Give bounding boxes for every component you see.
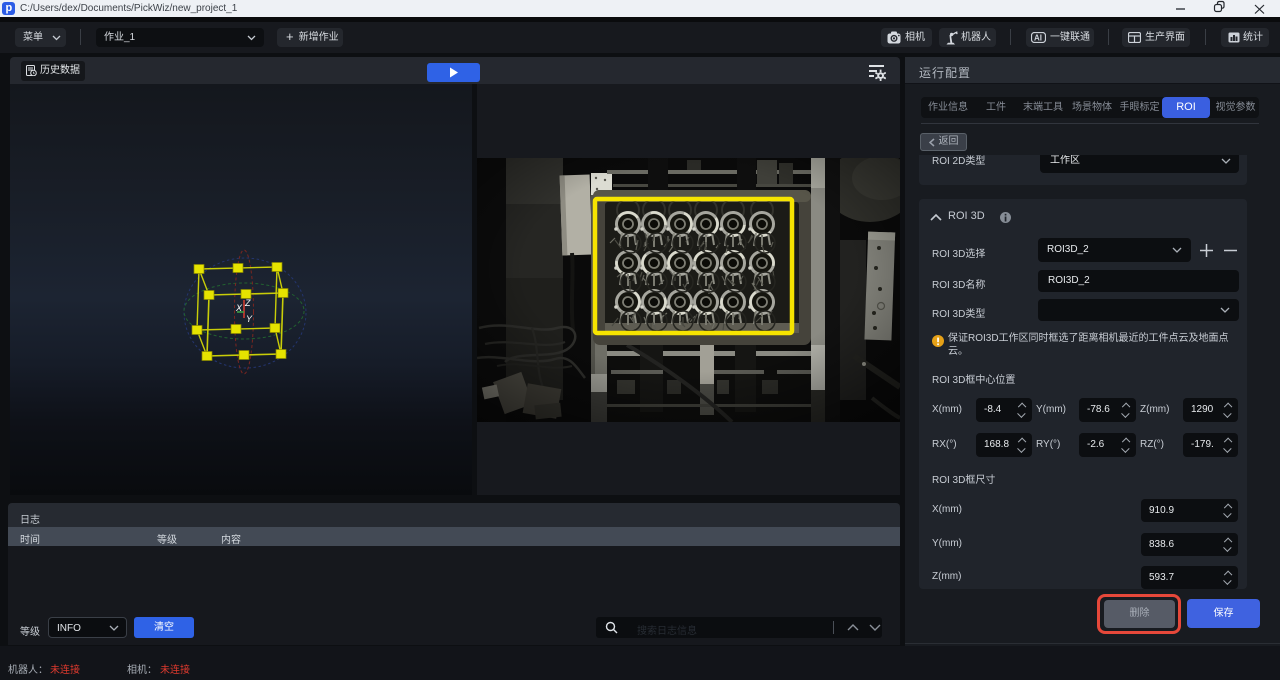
- svg-text:X: X: [235, 303, 243, 313]
- svg-text:AI: AI: [1034, 34, 1042, 43]
- svg-text:Y: Y: [246, 314, 253, 324]
- svg-text:Z: Z: [244, 298, 251, 308]
